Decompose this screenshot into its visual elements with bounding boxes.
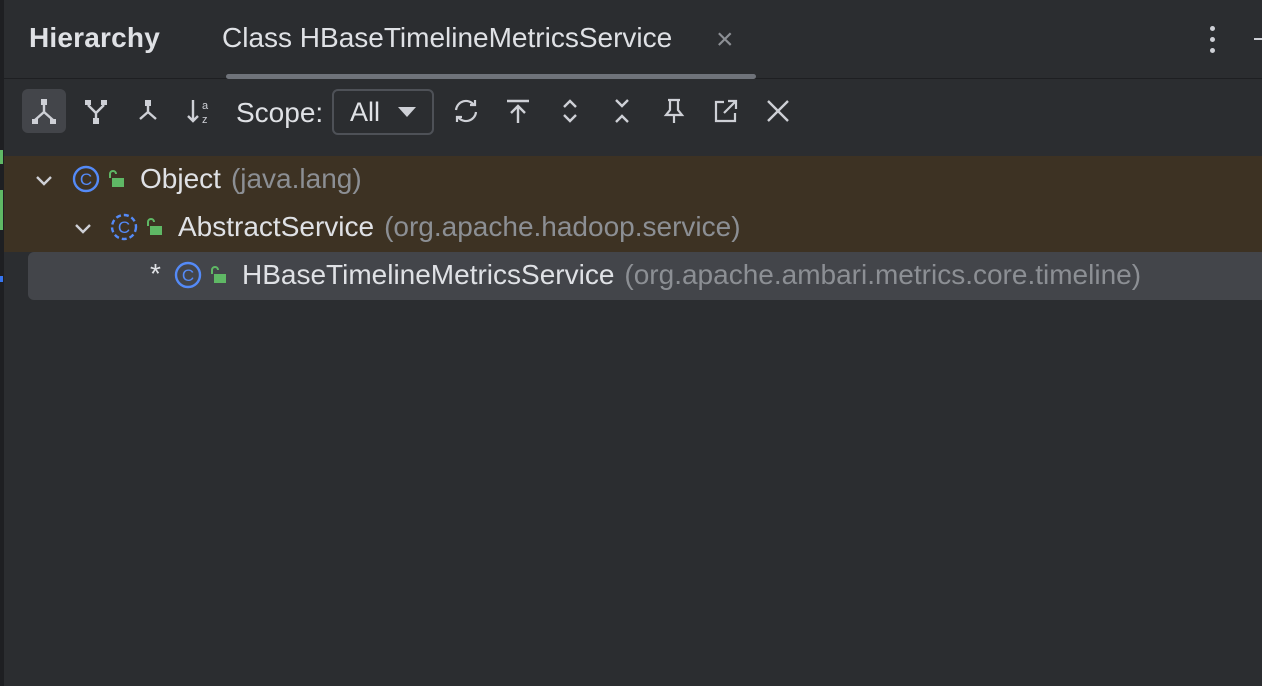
subtypes-hierarchy-icon[interactable] bbox=[22, 89, 66, 133]
supertypes-hierarchy-icon[interactable] bbox=[74, 89, 118, 133]
collapse-all-icon[interactable] bbox=[600, 89, 644, 133]
scope-label: Scope: bbox=[236, 97, 324, 128]
svg-text:z: z bbox=[202, 114, 208, 126]
package-name: (java.lang) bbox=[230, 163, 362, 194]
package-name: (org.apache.ambari.metrics.core.timeline… bbox=[624, 259, 1142, 290]
class-hierarchy-icon[interactable] bbox=[126, 89, 170, 133]
pin-icon[interactable] bbox=[652, 89, 696, 133]
svg-text:C: C bbox=[182, 266, 194, 285]
more-options-icon[interactable] bbox=[1204, 22, 1220, 58]
class-name: Object bbox=[140, 163, 221, 194]
tree-node-label: HBaseTimelineMetricsService (org.apache.a… bbox=[242, 259, 1141, 291]
tree-node-label: Object (java.lang) bbox=[140, 163, 362, 195]
gutter-marker bbox=[0, 276, 3, 282]
gutter-marker bbox=[0, 150, 3, 164]
scope-value: All bbox=[350, 97, 381, 127]
sort-alphabetically-icon[interactable]: a z bbox=[178, 89, 222, 133]
lock-open-icon bbox=[147, 218, 162, 235]
class-name: HBaseTimelineMetricsService bbox=[242, 259, 615, 290]
chevron-down-icon[interactable] bbox=[32, 168, 56, 192]
open-in-new-window-icon[interactable] bbox=[704, 89, 748, 133]
chevron-down-icon bbox=[398, 107, 416, 117]
gutter-marker bbox=[0, 190, 3, 230]
scope-dropdown[interactable]: All bbox=[332, 89, 434, 135]
tool-window-header: Hierarchy Class HBaseTimelineMetricsServ… bbox=[4, 0, 1262, 79]
refresh-icon[interactable] bbox=[444, 89, 488, 133]
expand-all-icon[interactable] bbox=[548, 89, 592, 133]
lock-open-icon bbox=[211, 266, 226, 283]
tree-node-hbasetimelinemetricsservice[interactable]: * C HBaseTimelineMetricsService (org.apac… bbox=[28, 252, 1262, 300]
tab-class-hierarchy[interactable]: Class HBaseTimelineMetricsService × bbox=[222, 22, 734, 62]
hierarchy-toolbar: a z Scope: All bbox=[4, 79, 1262, 149]
minimize-icon[interactable] bbox=[1254, 38, 1262, 40]
class-name: AbstractService bbox=[178, 211, 375, 242]
base-on-this-class-icon[interactable] bbox=[496, 89, 540, 133]
svg-text:C: C bbox=[80, 170, 92, 189]
abstract-class-icon: C bbox=[110, 213, 138, 241]
svg-text:a: a bbox=[202, 100, 209, 112]
close-icon[interactable] bbox=[756, 89, 800, 133]
tab-close-icon[interactable]: × bbox=[716, 20, 734, 60]
package-name: (org.apache.hadoop.service) bbox=[384, 211, 741, 242]
class-icon: C bbox=[174, 261, 202, 289]
class-icon: C bbox=[72, 165, 100, 193]
lock-open-icon bbox=[109, 170, 124, 187]
tree-node-object[interactable]: C Object (java.lang) bbox=[4, 156, 1262, 204]
svg-text:C: C bbox=[118, 218, 130, 237]
tree-node-abstractservice[interactable]: C AbstractService (org.apache.hadoop.serv… bbox=[4, 204, 1262, 252]
tree-node-label: AbstractService (org.apache.hadoop.servic… bbox=[178, 211, 741, 243]
chevron-down-icon[interactable] bbox=[71, 216, 95, 240]
panel-title: Hierarchy bbox=[29, 22, 160, 53]
tab-label: Class HBaseTimelineMetricsService bbox=[222, 22, 673, 53]
current-class-marker: * bbox=[150, 258, 161, 289]
